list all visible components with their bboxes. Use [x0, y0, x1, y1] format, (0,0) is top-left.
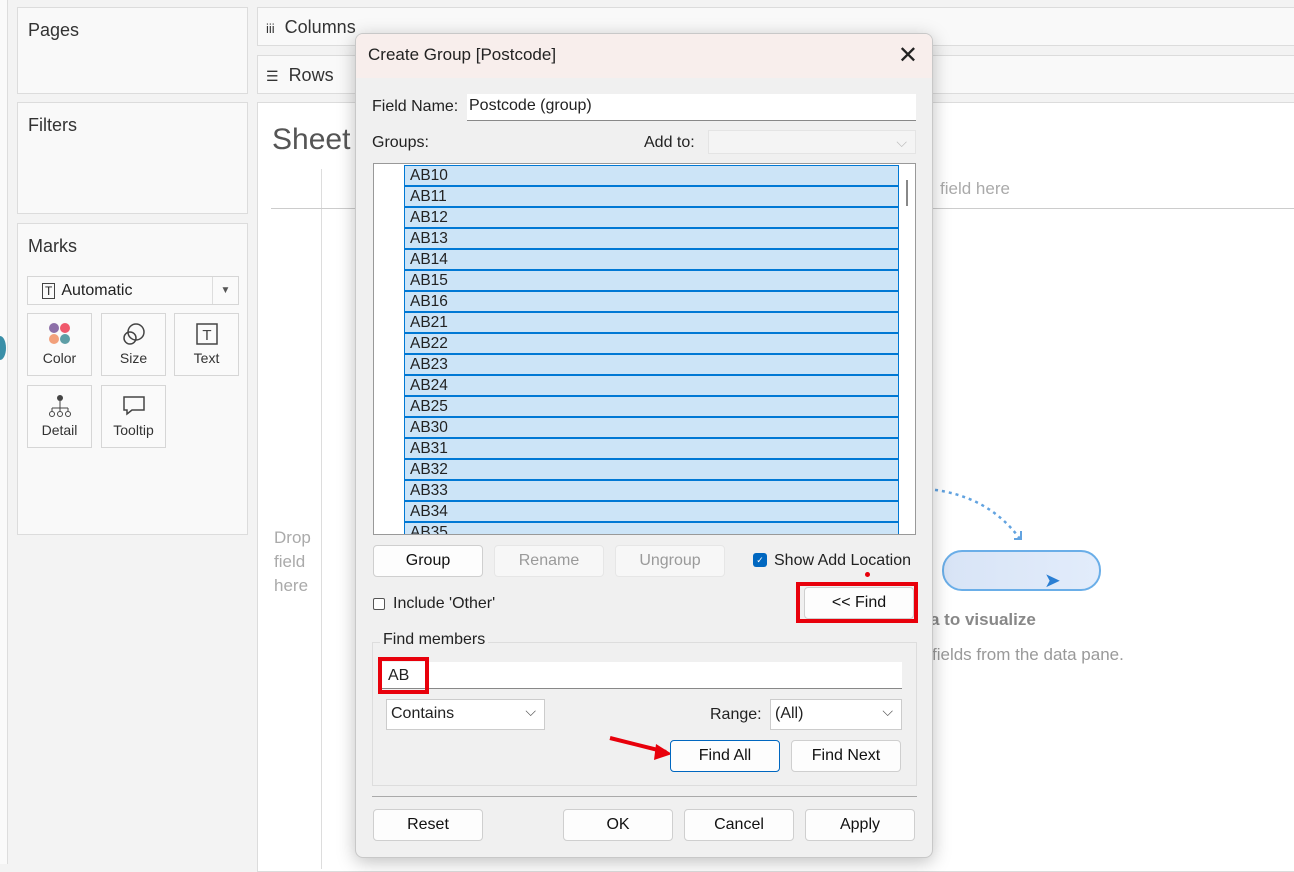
range-value: (All): [775, 705, 804, 722]
range-dropdown[interactable]: (All) ⌵: [770, 699, 902, 730]
size-icon: [102, 322, 165, 350]
find-members-label: Find members: [380, 631, 489, 649]
cancel-button[interactable]: Cancel: [684, 809, 794, 841]
chevron-down-icon: ▼: [212, 277, 238, 304]
member-row[interactable]: AB14: [404, 249, 899, 270]
apply-button[interactable]: Apply: [805, 809, 915, 841]
member-row[interactable]: AB35: [404, 522, 899, 534]
svg-text:T: T: [202, 327, 211, 344]
size-button[interactable]: Size: [101, 313, 166, 376]
show-add-location-checkbox[interactable]: ✓: [753, 553, 767, 567]
member-row[interactable]: AB31: [404, 438, 899, 459]
marks-card: Marks T Automatic ▼ Color Size T Text Deta…: [17, 223, 248, 535]
member-row[interactable]: AB32: [404, 459, 899, 480]
detail-icon: [28, 394, 91, 422]
find-input[interactable]: AB: [382, 662, 902, 689]
member-row[interactable]: AB33: [404, 480, 899, 501]
mark-type-dropdown[interactable]: T Automatic ▼: [27, 276, 239, 305]
text-button[interactable]: T Text: [174, 313, 239, 376]
dialog-title: Create Group [Postcode]: [368, 45, 557, 64]
ok-button[interactable]: OK: [563, 809, 673, 841]
color-label: Color: [42, 350, 77, 366]
text-mark-icon: T: [42, 283, 56, 299]
detail-label: Detail: [41, 422, 78, 438]
ungroup-button[interactable]: Ungroup: [615, 545, 725, 577]
color-icon: [28, 322, 91, 350]
vertical-divider: [321, 169, 322, 869]
columns-label: Columns: [284, 17, 356, 37]
drop-field-columns[interactable]: field here: [940, 179, 1010, 199]
filters-title: Filters: [28, 115, 77, 135]
annotation-dot: [865, 572, 870, 577]
range-label: Range:: [710, 706, 762, 723]
member-row[interactable]: AB30: [404, 417, 899, 438]
member-row[interactable]: AB25: [404, 396, 899, 417]
dotted-arrow-icon: [927, 487, 1022, 540]
cursor-icon: ➤: [1044, 570, 1061, 592]
mark-type-label: Automatic: [61, 282, 133, 299]
left-edge-strip: [0, 0, 8, 864]
tooltip-icon: [102, 394, 165, 422]
member-row[interactable]: AB12: [404, 207, 899, 228]
find-toggle-highlight: [796, 582, 918, 623]
footer-divider: [372, 796, 917, 797]
filters-card[interactable]: Filters: [17, 102, 248, 214]
match-mode-dropdown[interactable]: Contains ⌵: [386, 699, 545, 730]
viz-subtitle: fields from the data pane.: [932, 645, 1124, 664]
groups-label: Groups:: [372, 134, 429, 151]
detail-button[interactable]: Detail: [27, 385, 92, 448]
viz-title: a to visualize: [930, 610, 1036, 629]
member-row[interactable]: AB11: [404, 186, 899, 207]
annotation-arrow: [609, 736, 672, 760]
include-other-label: Include 'Other': [393, 595, 496, 612]
text-label: Text: [193, 350, 220, 366]
find-next-button[interactable]: Find Next: [791, 740, 901, 772]
scrollbar[interactable]: [906, 180, 908, 206]
member-row[interactable]: AB10: [404, 165, 899, 186]
match-mode-value: Contains: [391, 705, 455, 722]
groups-list[interactable]: AB10 AB11 AB12 AB13 AB14 AB15 AB16 AB21 AB22 AB23…: [373, 163, 916, 535]
text-icon: T: [175, 322, 238, 350]
drop-field-rows[interactable]: Drop field here: [274, 526, 318, 598]
member-row[interactable]: AB23: [404, 354, 899, 375]
add-to-label: Add to:: [644, 134, 695, 151]
marks-title: Marks: [28, 236, 77, 256]
color-button[interactable]: Color: [27, 313, 92, 376]
member-rows: AB10 AB11 AB12 AB13 AB14 AB15 AB16 AB21 AB22 AB23…: [404, 165, 899, 534]
member-row[interactable]: AB15: [404, 270, 899, 291]
group-button[interactable]: Group: [373, 545, 483, 577]
reset-button[interactable]: Reset: [373, 809, 483, 841]
member-row[interactable]: AB24: [404, 375, 899, 396]
chevron-down-icon: ⌵: [525, 703, 536, 719]
dialog-titlebar[interactable]: Create Group [Postcode] ✕: [356, 34, 932, 78]
close-icon[interactable]: ✕: [898, 41, 918, 70]
chevron-down-icon: ⌵: [882, 703, 893, 719]
find-input-highlight: [378, 657, 429, 694]
member-row[interactable]: AB21: [404, 312, 899, 333]
tooltip-label: Tooltip: [113, 422, 154, 438]
member-row[interactable]: AB34: [404, 501, 899, 522]
sheet-title[interactable]: Sheet: [272, 123, 350, 157]
rows-icon: ☰: [266, 68, 279, 84]
pages-card[interactable]: Pages: [17, 7, 248, 94]
columns-icon: iii: [266, 21, 275, 36]
pages-title: Pages: [28, 20, 80, 40]
field-name-label: Field Name:: [372, 98, 459, 115]
size-label: Size: [119, 350, 148, 366]
find-all-button[interactable]: Find All: [670, 740, 780, 772]
rows-label: Rows: [288, 65, 334, 85]
tooltip-button[interactable]: Tooltip: [101, 385, 166, 448]
include-other-checkbox[interactable]: [373, 598, 385, 610]
placeholder-pill: ➤: [942, 550, 1101, 592]
member-row[interactable]: AB16: [404, 291, 899, 312]
show-add-location-label: Show Add Location: [774, 552, 911, 569]
member-row[interactable]: AB13: [404, 228, 899, 249]
create-group-dialog: Create Group [Postcode] ✕ Field Name: Po…: [355, 33, 933, 858]
chevron-down-icon: ⌵: [896, 134, 907, 150]
field-name-input[interactable]: Postcode (group): [467, 94, 916, 121]
member-row[interactable]: AB22: [404, 333, 899, 354]
add-to-dropdown[interactable]: ⌵: [708, 130, 916, 154]
rename-button[interactable]: Rename: [494, 545, 604, 577]
